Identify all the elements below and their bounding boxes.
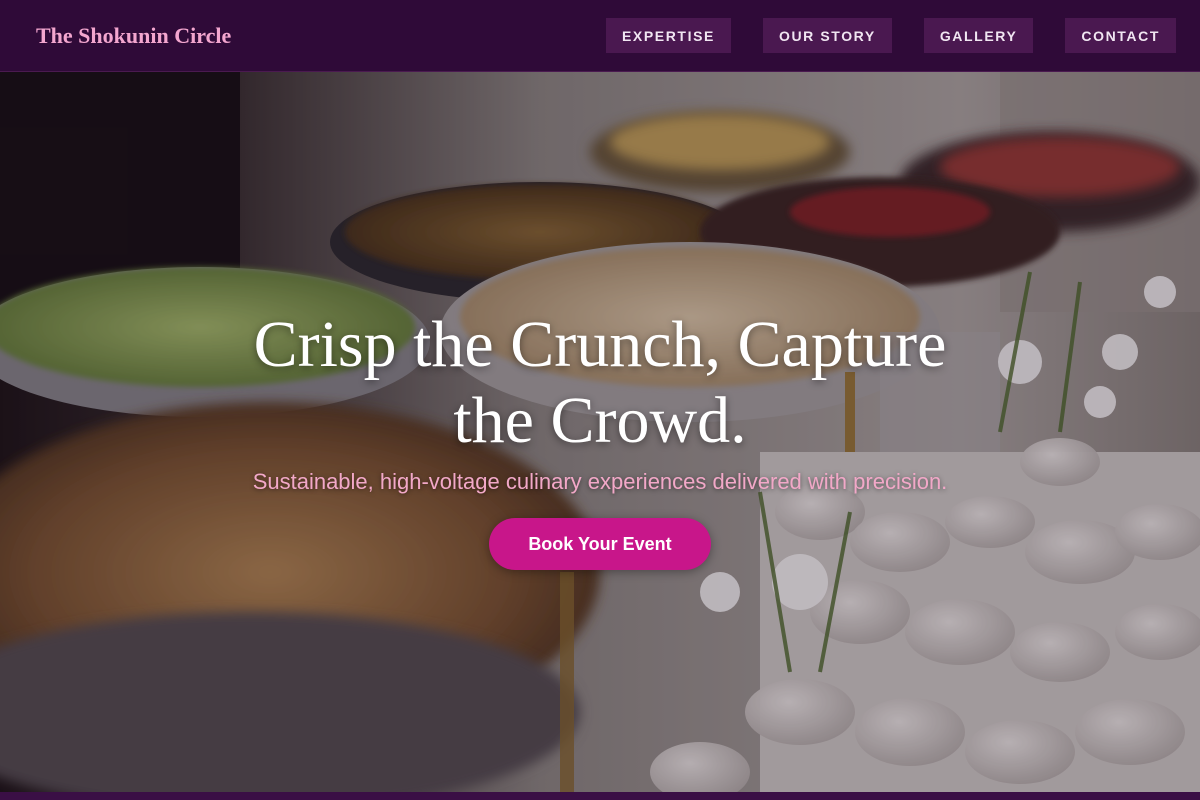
book-event-button[interactable]: Book Your Event xyxy=(489,518,711,570)
page-bottom-strip xyxy=(0,792,1200,800)
hero-title-line-2: the Crowd. xyxy=(453,384,747,457)
nav-our-story-link[interactable]: OUR STORY xyxy=(762,18,892,53)
nav-links: EXPERTISE OUR STORY GALLERY CONTACT xyxy=(605,18,1176,53)
brand-logo-text[interactable]: The Shokunin Circle xyxy=(36,23,231,49)
nav-expertise-link[interactable]: EXPERTISE xyxy=(605,18,731,53)
top-navigation: The Shokunin Circle EXPERTISE OUR STORY … xyxy=(0,0,1200,72)
hero-title: Crisp the Crunch, Capture the Crowd. xyxy=(150,307,1050,459)
nav-gallery-link[interactable]: GALLERY xyxy=(923,18,1034,53)
hero-content: Crisp the Crunch, Capture the Crowd. Sus… xyxy=(0,72,1200,792)
hero-subtitle: Sustainable, high-voltage culinary exper… xyxy=(252,469,948,494)
nav-contact-link[interactable]: CONTACT xyxy=(1065,18,1176,53)
hero-section: Crisp the Crunch, Capture the Crowd. Sus… xyxy=(0,72,1200,792)
hero-title-line-1: Crisp the Crunch, Capture xyxy=(253,308,947,381)
